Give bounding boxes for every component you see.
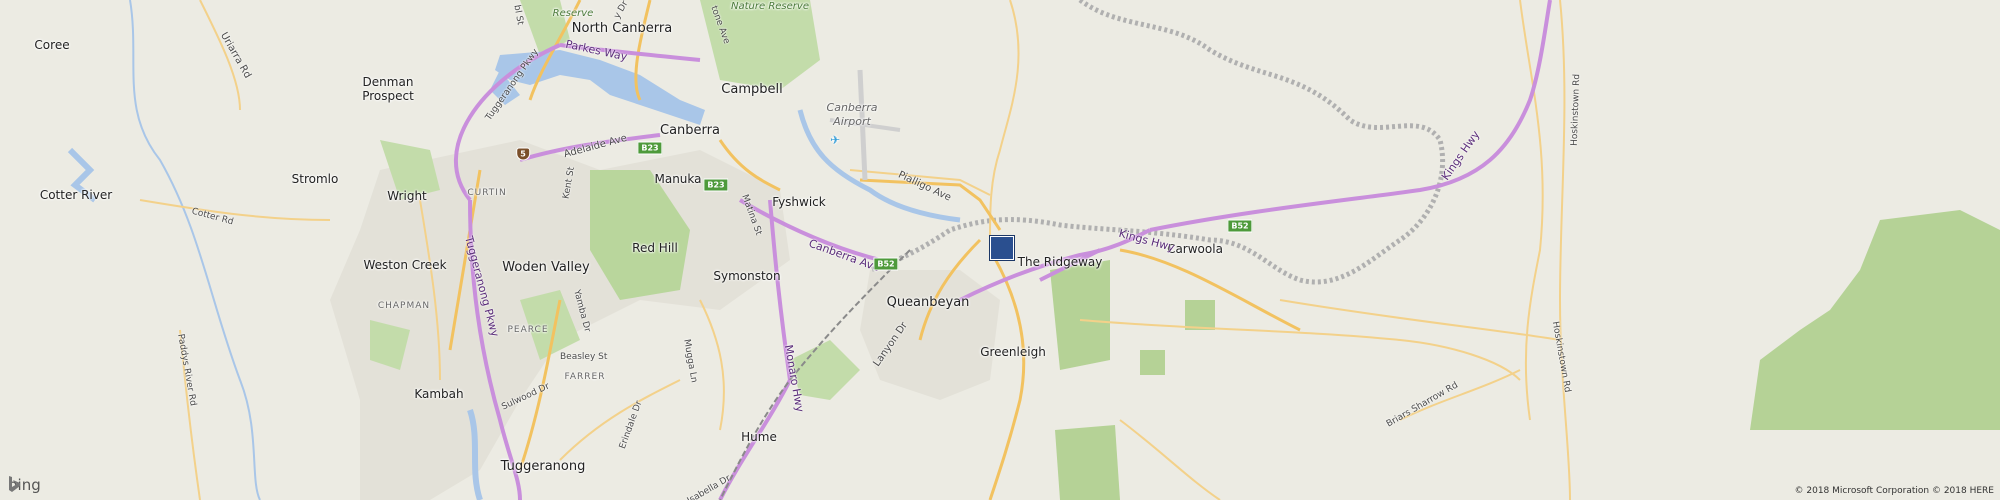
route-shield-b52: B52 (873, 257, 899, 271)
place-label-kambah: Kambah (414, 387, 464, 401)
route-shield-5: 5 (516, 147, 530, 161)
place-label-weston-creek: Weston Creek (363, 258, 447, 272)
nature-reserve-label: Reserve (552, 8, 594, 19)
place-label-the-ridgeway: The Ridgeway (1017, 255, 1103, 269)
place-label-cotter-river: Cotter River (39, 188, 113, 202)
suburb-label-farrer: FARRER (564, 372, 606, 382)
bing-logo: bing (8, 476, 41, 494)
airplane-icon: ✈ (829, 133, 841, 147)
place-label-queanbeyan: Queanbeyan (886, 295, 970, 310)
place-label-wright: Wright (387, 189, 427, 203)
place-label-woden-valley: Woden Valley (502, 260, 590, 275)
place-label-canberra: Canberra (660, 123, 720, 138)
place-label-symonston: Symonston (713, 269, 781, 283)
place-label-tuggeranong: Tuggeranong (500, 459, 586, 474)
place-label-red-hill: Red Hill (632, 241, 678, 255)
park-area (1185, 300, 1215, 330)
place-label-campbell: Campbell (721, 82, 783, 97)
suburb-label-chapman: CHAPMAN (377, 301, 431, 311)
place-label-hume: Hume (741, 430, 777, 444)
park-area (1050, 260, 1110, 370)
route-shield-b52: B52 (1227, 219, 1253, 233)
nature-reserve-label: Nature Reserve (731, 1, 809, 12)
place-label-manuka: Manuka (654, 172, 702, 186)
map-canvas[interactable]: North Canberra Campbell Canberra Coree D… (0, 0, 2000, 500)
route-shield-b23: B23 (637, 141, 663, 155)
road-label-beasley-st: Beasley St (560, 352, 608, 362)
place-label-fyshwick: Fyshwick (772, 195, 826, 209)
airport-label: Canberra Airport (826, 101, 878, 128)
suburb-label-pearce: PEARCE (507, 325, 549, 335)
place-label-stromlo: Stromlo (291, 172, 339, 186)
suburb-label-curtin: CURTIN (467, 188, 507, 198)
location-pin-icon[interactable] (990, 236, 1014, 260)
route-shield-b23: B23 (703, 178, 729, 192)
copyright-text: © 2018 Microsoft Corporation © 2018 HERE (1794, 486, 1995, 496)
park-area (1055, 425, 1120, 500)
park-area (1140, 350, 1165, 375)
place-label-north-canberra: North Canberra (571, 21, 673, 36)
place-label-coree: Coree (34, 38, 70, 52)
place-label-greenleigh: Greenleigh (980, 345, 1046, 359)
bing-icon (9, 476, 20, 492)
place-label-carwoola: Carwoola (1167, 242, 1223, 256)
park-area (1750, 210, 2000, 430)
place-label-denman-prospect: Denman Prospect (362, 75, 414, 103)
